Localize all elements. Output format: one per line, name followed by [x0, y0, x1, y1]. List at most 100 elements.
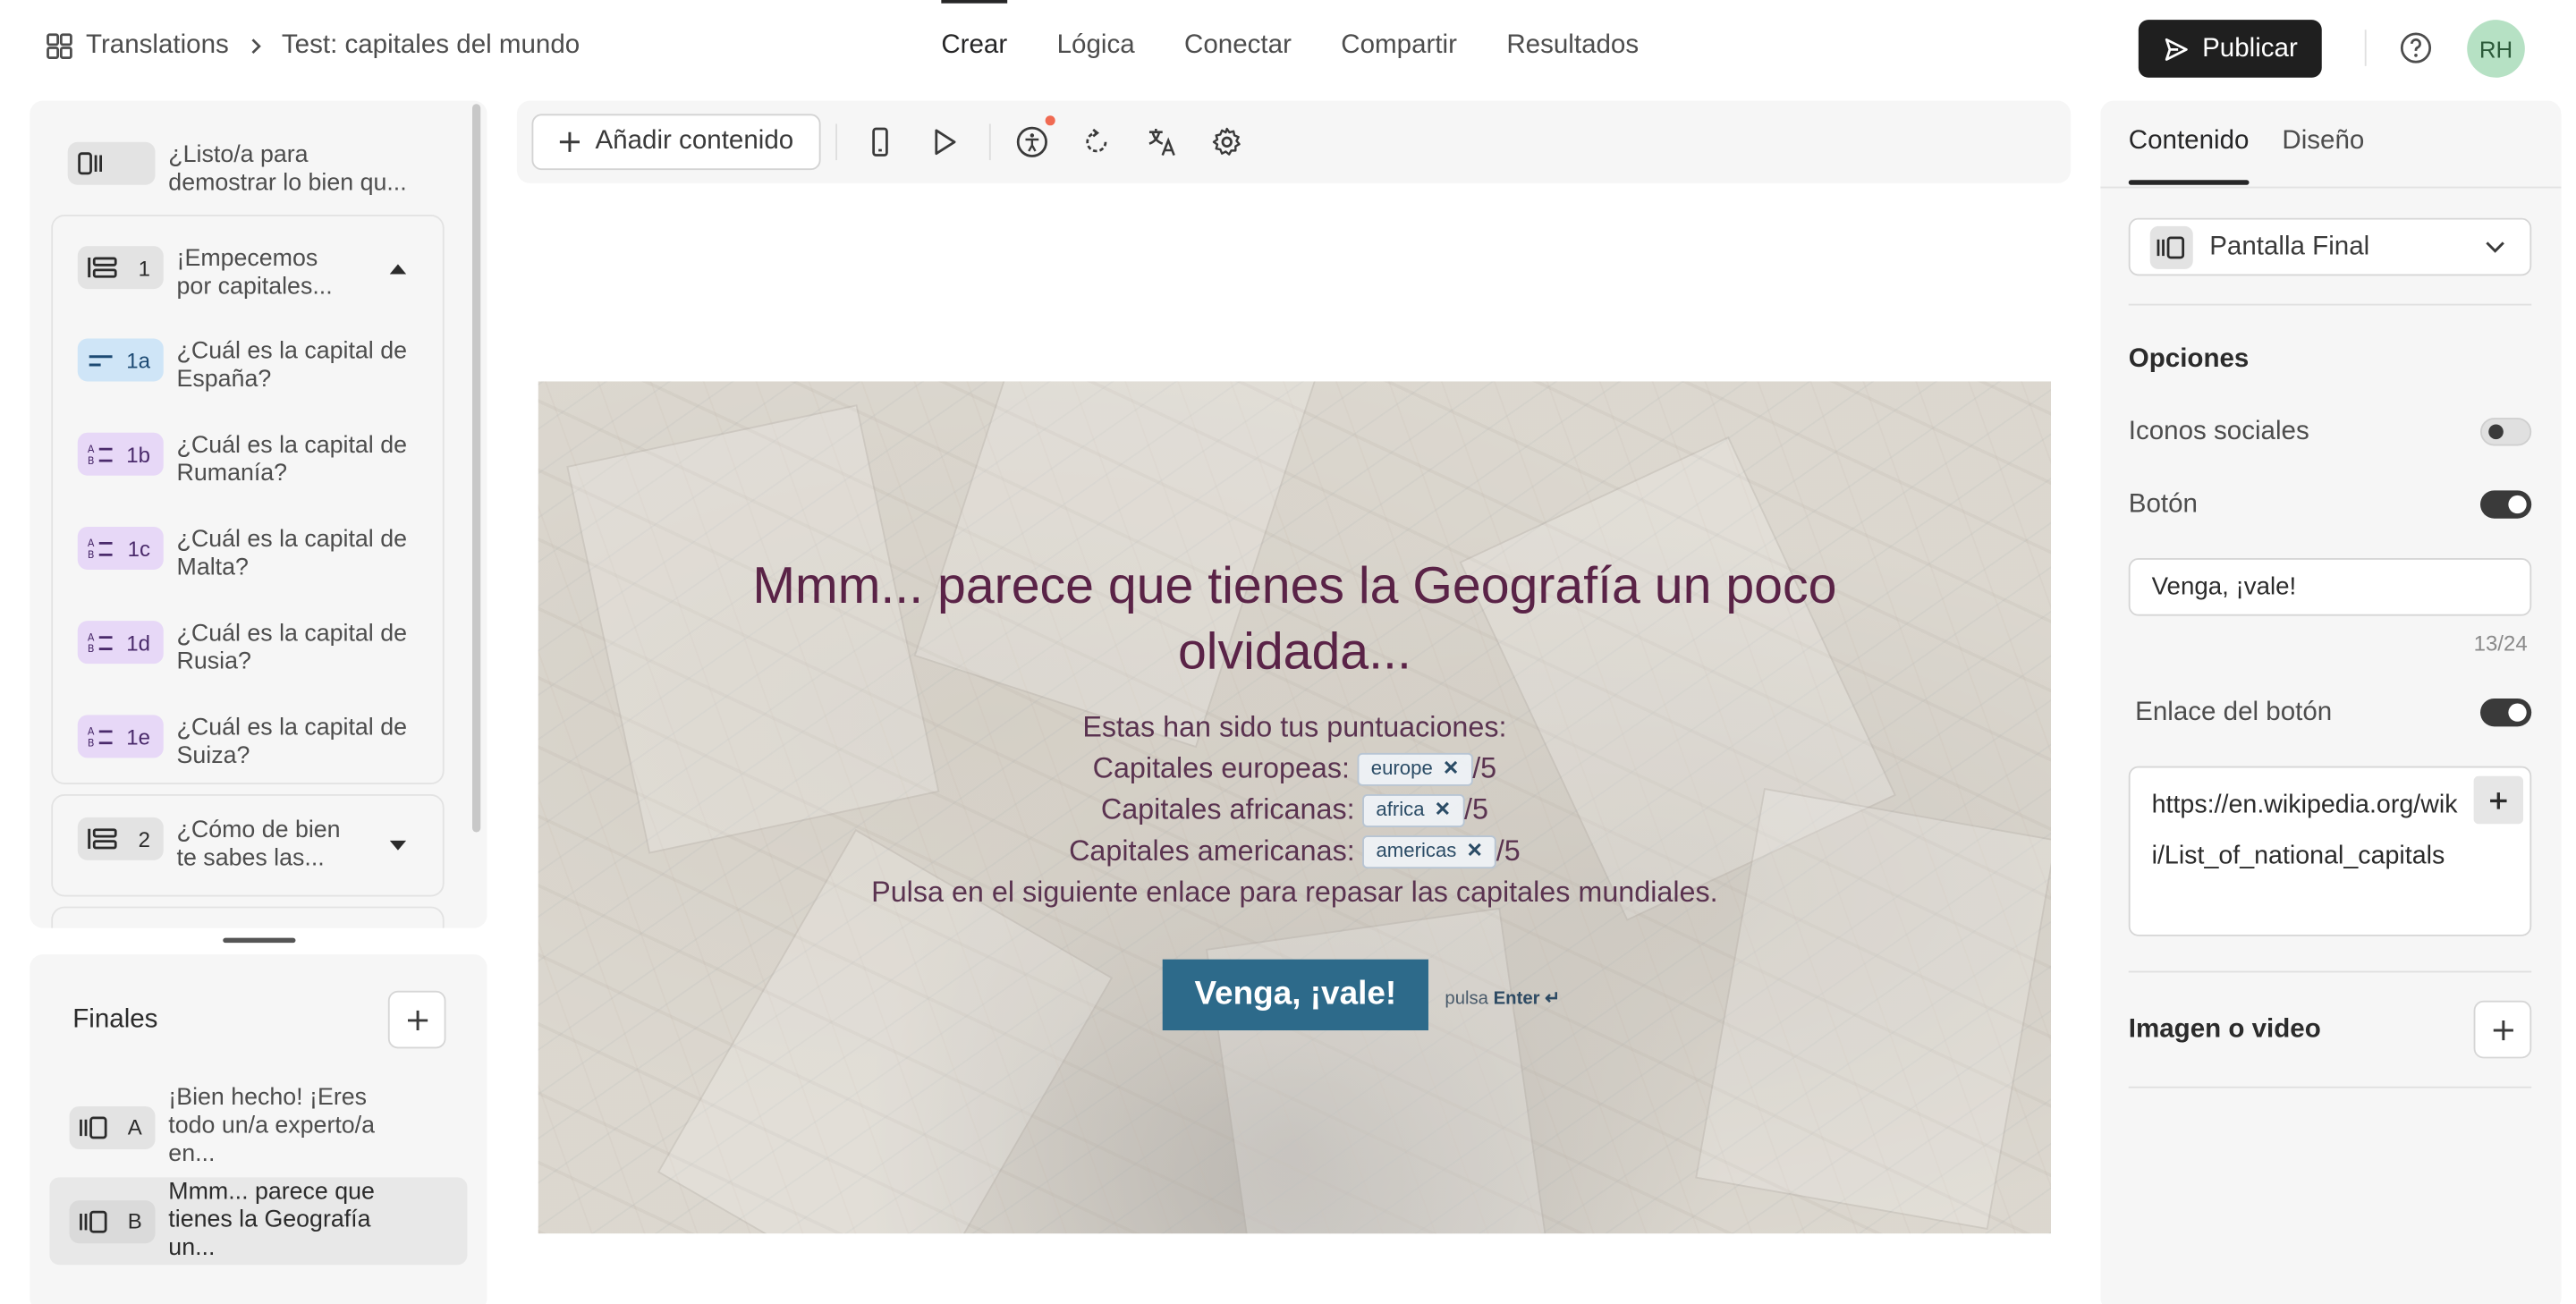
list-item-welcome[interactable]: ¿Listo/a para demostrar lo bien qu... [67, 141, 417, 199]
ending-item-b[interactable]: B Mmm... parece que tienes la Geografía … [49, 1177, 468, 1266]
plus-icon [2492, 1020, 2512, 1040]
question-text: ¿Cuál es la capital de España? [176, 338, 407, 394]
group-badge: 1 [77, 246, 164, 290]
group-badge: 2 [77, 817, 164, 860]
variable-chip[interactable]: americas ✕ [1362, 834, 1496, 868]
question-group-next[interactable] [51, 906, 445, 928]
tab-conectar[interactable]: Conectar [1184, 31, 1292, 61]
tab-logica[interactable]: Lógica [1057, 31, 1135, 61]
question-text: ¿Cuál es la capital de Rusia? [176, 621, 407, 676]
group-title: ¡Empecemos por capitales... [176, 246, 333, 301]
play-icon[interactable] [928, 125, 962, 158]
breadcrumb-form-title[interactable]: Test: capitales del mundo [282, 31, 580, 61]
character-counter: 13/24 [2473, 631, 2528, 656]
endings-panel: Finales A ¡Bien hecho! ¡Eres todo un/a e… [30, 954, 487, 1304]
button-toggle[interactable] [2479, 490, 2532, 519]
group-number: 2 [138, 826, 151, 851]
top-bar: Translations Test: capitales del mundo C… [0, 0, 2576, 96]
ending-screen-icon [80, 1209, 107, 1232]
publish-button[interactable]: Publicar [2138, 20, 2322, 78]
tab-contenido[interactable]: Contenido [2128, 127, 2249, 185]
list-item[interactable]: 1a ¿Cuál es la capital de España? [77, 338, 425, 394]
help-icon[interactable] [2400, 31, 2433, 64]
ending-screen-preview[interactable]: Mmm... parece que tienes la Geografía un… [538, 381, 2051, 1234]
ending-letter: A [127, 1114, 142, 1139]
social-icons-toggle[interactable] [2479, 418, 2532, 446]
short-text-icon [89, 355, 113, 367]
button-text-input[interactable] [2128, 558, 2532, 616]
score-label: Capitales europeas: [1092, 751, 1351, 784]
svg-text:A: A [88, 538, 95, 549]
score-suffix: /5 [1472, 751, 1497, 784]
avatar[interactable]: RH [2467, 20, 2525, 78]
score-europe-row: Capitales europeas: europe ✕/5 [538, 748, 2051, 789]
remove-chip-icon[interactable]: ✕ [1435, 789, 1452, 830]
chevron-right-icon [250, 38, 261, 55]
variable-chip[interactable]: africa ✕ [1362, 793, 1465, 827]
question-group-icon [88, 257, 117, 278]
score-label: Capitales africanas: [1100, 792, 1355, 826]
add-content-button[interactable]: Añadir contenido [531, 114, 821, 171]
screen-type-value: Pantalla Final [2209, 232, 2370, 260]
group-header-1[interactable]: 1 ¡Empecemos por capitales... [77, 246, 359, 302]
tab-crear[interactable]: Crear [941, 0, 1008, 61]
reload-icon[interactable] [1080, 125, 1113, 158]
welcome-screen-icon [78, 152, 103, 175]
multiple-choice-icon: AB [88, 538, 113, 560]
button-label: Botón [2128, 490, 2198, 519]
chip-label: europe [1370, 756, 1433, 780]
plus-icon [2490, 792, 2507, 809]
question-number: 1b [126, 441, 151, 467]
ending-text: Mmm... parece que tienes la Geografía un… [168, 1179, 375, 1262]
remove-chip-icon[interactable]: ✕ [1443, 748, 1460, 789]
mobile-preview-icon[interactable] [864, 125, 897, 158]
remove-chip-icon[interactable]: ✕ [1466, 831, 1483, 872]
notification-dot [1045, 115, 1055, 126]
chip-label: africa [1376, 797, 1425, 821]
collapse-caret-icon[interactable] [389, 263, 407, 275]
plus-icon [407, 1009, 428, 1030]
button-link-toggle[interactable] [2479, 698, 2532, 727]
add-media-button[interactable] [2473, 1000, 2532, 1059]
ending-badge: B [69, 1199, 156, 1243]
question-text: ¿Cuál es la capital de Rumanía? [176, 432, 407, 487]
add-ending-button[interactable] [387, 990, 446, 1049]
add-content-label: Añadir contenido [595, 127, 794, 156]
question-group-2[interactable]: 2 ¿Cómo de bien te sabes las... [51, 794, 445, 897]
tab-diseno[interactable]: Diseño [2282, 127, 2364, 157]
group-header-2[interactable]: 2 ¿Cómo de bien te sabes las... [77, 817, 359, 874]
welcome-text: ¿Listo/a para demostrar lo bien qu... [168, 141, 407, 197]
list-item[interactable]: AB 1e ¿Cuál es la capital de Suiza? [77, 715, 425, 771]
url-value[interactable]: https://en.wikipedia.org/wiki/List_of_na… [2152, 781, 2466, 882]
list-item[interactable]: AB 1d ¿Cuál es la capital de Rusia? [77, 621, 425, 677]
ending-screen-icon [2149, 225, 2193, 269]
tab-resultados[interactable]: Resultados [1506, 31, 1639, 61]
tab-compartir[interactable]: Compartir [1341, 31, 1457, 61]
divider [2128, 1086, 2532, 1088]
plus-icon [560, 131, 580, 152]
ending-badge: A [69, 1105, 156, 1149]
button-link-url-field[interactable]: https://en.wikipedia.org/wiki/List_of_na… [2128, 766, 2532, 936]
settings-icon[interactable] [1210, 125, 1243, 158]
breadcrumb-workspace[interactable]: Translations [86, 31, 229, 61]
insert-variable-button[interactable] [2473, 775, 2523, 825]
scrollbar[interactable] [472, 104, 481, 833]
translate-icon[interactable] [1146, 125, 1179, 158]
expand-caret-icon[interactable] [389, 840, 407, 852]
accessibility-icon[interactable] [1015, 125, 1048, 158]
question-badge: 1a [77, 338, 164, 382]
panel-resize-handle[interactable] [223, 937, 296, 944]
screen-type-select[interactable]: Pantalla Final [2128, 217, 2532, 276]
welcome-screen-badge [67, 141, 156, 185]
media-label: Imagen o video [2128, 1015, 2321, 1044]
variable-chip[interactable]: europe ✕ [1358, 751, 1473, 785]
svg-text:B: B [88, 643, 95, 654]
breadcrumb: Translations Test: capitales del mundo [47, 31, 580, 61]
hint-key: Enter ↵ [1493, 988, 1561, 1010]
ending-cta-button[interactable]: Venga, ¡vale! [1162, 959, 1428, 1031]
ending-item-a[interactable]: A ¡Bien hecho! ¡Eres todo un/a experto/a… [49, 1083, 467, 1171]
list-item[interactable]: AB 1c ¿Cuál es la capital de Malta? [77, 526, 425, 583]
list-item[interactable]: AB 1b ¿Cuál es la capital de Rumanía? [77, 432, 425, 489]
chevron-down-icon [2486, 241, 2504, 253]
workspace-grid-icon[interactable] [47, 33, 73, 60]
